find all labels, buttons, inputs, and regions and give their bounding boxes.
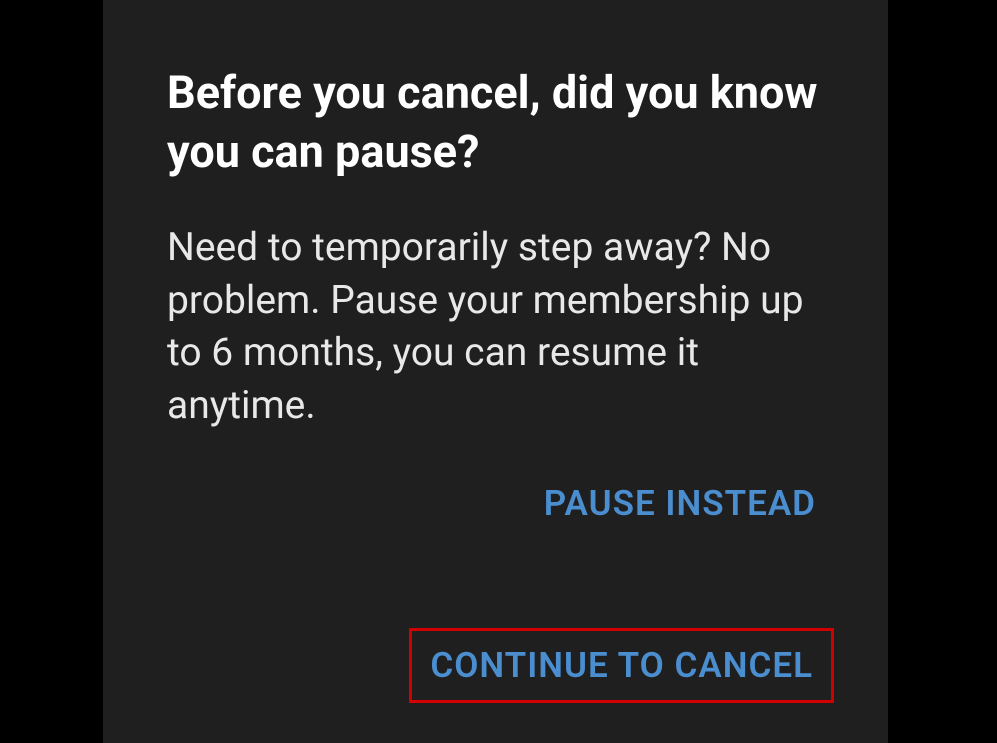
dialog-title: Before you cancel, did you know you can …: [167, 64, 824, 181]
pause-instead-button[interactable]: PAUSE INSTEAD: [526, 469, 834, 538]
pause-cancel-dialog: Before you cancel, did you know you can …: [103, 0, 888, 743]
dialog-body: Need to temporarily step away? No proble…: [167, 221, 824, 432]
continue-to-cancel-button[interactable]: CONTINUE TO CANCEL: [409, 628, 834, 703]
dialog-actions: PAUSE INSTEAD CONTINUE TO CANCEL: [409, 469, 834, 703]
